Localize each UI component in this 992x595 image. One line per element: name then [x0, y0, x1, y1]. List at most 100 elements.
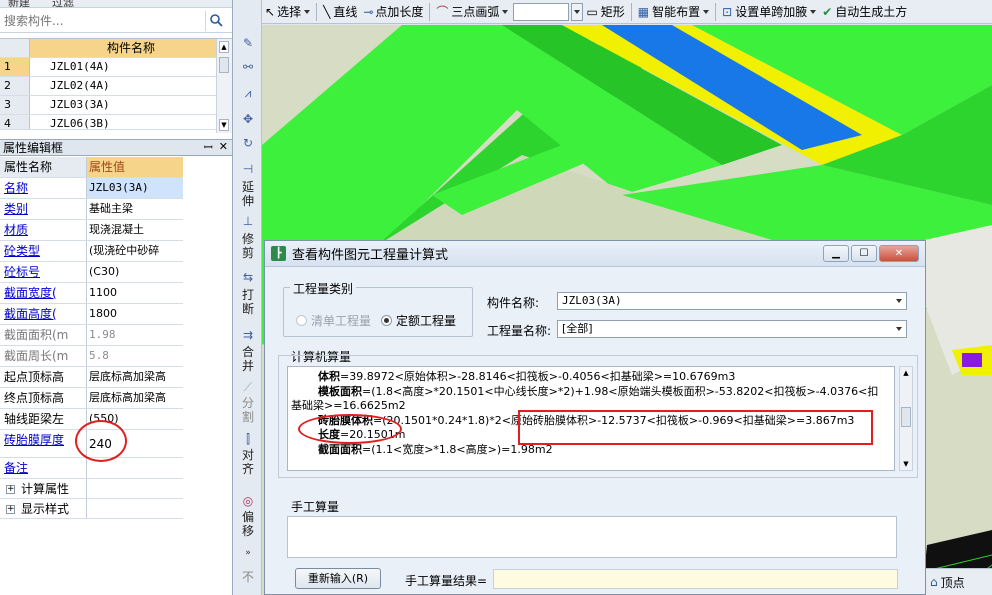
component-list-header: 构件名称 — [0, 39, 232, 58]
align-icon[interactable]: ⫿ — [240, 432, 256, 446]
tool-trim[interactable]: 修剪 — [237, 232, 259, 260]
manual-result-field[interactable] — [493, 569, 898, 589]
expand-icon[interactable]: + — [6, 485, 15, 494]
redo-input-button[interactable]: 重新输入(R) — [295, 568, 381, 589]
scroll-up-icon[interactable]: ▲ — [901, 368, 911, 378]
close-icon[interactable]: ✕ — [219, 140, 228, 155]
scroll-down-icon[interactable]: ▼ — [901, 459, 911, 469]
property-header-row: 属性名称 属性值 — [0, 157, 183, 178]
scroll-thumb[interactable] — [219, 57, 229, 73]
three-point-arc-tool[interactable]: ⌒ 三点画弧 — [433, 1, 511, 23]
trim-icon[interactable]: ⊥ — [240, 214, 256, 228]
brush-icon[interactable]: ✎ — [240, 36, 256, 50]
property-row-concrete-grade[interactable]: 砼标号 (C30) — [0, 262, 183, 283]
property-value[interactable]: JZL03(3A) — [87, 178, 183, 198]
tool-extend[interactable]: 延伸 — [237, 180, 259, 208]
move-icon[interactable]: ✥ — [240, 112, 256, 126]
chevron-down-icon[interactable] — [571, 2, 584, 21]
column-header-component-name[interactable]: 构件名称 — [30, 39, 232, 57]
radio-quota-qty[interactable]: 定额工程量 — [381, 312, 456, 329]
property-row-name[interactable]: 名称 JZL03(3A) — [0, 178, 183, 199]
property-value[interactable]: 现浇混凝土 — [87, 220, 183, 240]
search-icon[interactable] — [205, 10, 227, 31]
calc-formula-text[interactable]: 体积=39.8972<原始体积>-28.8146<扣筏板>-0.4056<扣基础… — [287, 366, 895, 471]
select-tool[interactable]: ↖ 选择 — [262, 1, 313, 23]
property-label: 名称 — [0, 178, 87, 198]
radio-dot — [296, 315, 307, 326]
auto-earthwork-tool[interactable]: ✔ 自动生成土方 — [819, 1, 910, 23]
property-row-remark[interactable]: 备注 — [0, 458, 183, 479]
property-row-category[interactable]: 类别 基础主梁 — [0, 199, 183, 220]
property-row-concrete-type[interactable]: 砼类型 (现浇砼中砂碎 — [0, 241, 183, 262]
property-value[interactable] — [87, 458, 183, 478]
component-row[interactable]: 1 JZL01(4A) — [0, 58, 232, 77]
qty-name-select[interactable]: [全部] — [557, 320, 907, 338]
radio-bill-qty[interactable]: 清单工程量 — [296, 312, 371, 329]
line-tool[interactable]: ╲ 直线 — [320, 1, 360, 23]
offset-icon[interactable]: ◎ — [240, 494, 256, 508]
calc-line-volume: 体积=39.8972<原始体积>-28.8146<扣筏板>-0.4056<扣基础… — [318, 370, 736, 383]
tool-offset[interactable]: 偏移 — [237, 510, 259, 538]
property-row-section-width[interactable]: 截面宽度( 1100 — [0, 283, 183, 304]
component-row[interactable]: 2 JZL02(4A) — [0, 77, 232, 96]
mirror-icon[interactable]: ⩘ — [240, 86, 256, 100]
property-value[interactable]: 1100 — [87, 283, 183, 303]
tool-split[interactable]: 分割 — [237, 396, 259, 424]
property-row-start-top-elev[interactable]: 起点顶标高 层底标高加梁高 — [0, 367, 183, 388]
rectangle-tool[interactable]: ▭ 矩形 — [583, 1, 627, 23]
more-icon[interactable]: » — [240, 548, 256, 562]
property-label: 砖胎膜厚度 — [0, 430, 87, 457]
component-row[interactable]: 3 JZL03(3A) — [0, 96, 232, 115]
vertex-snap-toggle[interactable]: ⌂ 顶点 — [926, 568, 992, 595]
expand-icon[interactable]: + — [6, 505, 15, 514]
point-length-icon: ⊸ — [363, 4, 374, 19]
smart-layout-tool[interactable]: ▦ 智能布置 — [635, 1, 712, 23]
tool-align[interactable]: 对齐 — [237, 448, 259, 476]
scroll-thumb[interactable] — [901, 407, 911, 427]
scroll-down-icon[interactable]: ▼ — [219, 119, 229, 131]
merge-icon[interactable]: ⇉ — [240, 328, 256, 342]
property-value[interactable]: (现浇砼中砂碎 — [87, 241, 183, 261]
span-haunch-tool[interactable]: ⊡ 设置单跨加腋 — [719, 1, 819, 23]
property-group-label[interactable]: + 计算属性 — [0, 479, 87, 498]
maximize-icon[interactable]: ☐ — [851, 245, 877, 262]
search-input[interactable] — [0, 10, 205, 31]
property-group-label[interactable]: + 显示样式 — [0, 499, 87, 518]
tool-break[interactable]: 打断 — [237, 288, 259, 316]
tool-merge[interactable]: 合并 — [237, 345, 259, 373]
arc-icon: ⌒ — [436, 5, 449, 19]
dialog-title: 查看构件图元工程量计算式 — [292, 248, 449, 263]
property-group-calc[interactable]: + 计算属性 — [0, 479, 183, 499]
property-group-display[interactable]: + 显示样式 — [0, 499, 183, 519]
rotate-icon[interactable]: ↻ — [240, 136, 256, 150]
point-length-tool[interactable]: ⊸ 点加长度 — [360, 1, 426, 23]
scroll-up-icon[interactable]: ▲ — [219, 41, 229, 53]
property-value[interactable]: 层底标高加梁高 — [87, 367, 183, 387]
split-icon[interactable]: ⟋ — [240, 380, 256, 394]
arc-mode-combo[interactable] — [513, 2, 570, 21]
dialog-titlebar[interactable]: ┣ 查看构件图元工程量计算式 ▁ ☐ ✕ — [265, 241, 925, 267]
property-value[interactable]: 基础主梁 — [87, 199, 183, 219]
property-row-axis-offset[interactable]: 轴线距梁左 (550) — [0, 409, 183, 430]
close-button[interactable]: ✕ — [879, 245, 919, 262]
property-row-end-top-elev[interactable]: 终点顶标高 层底标高加梁高 — [0, 388, 183, 409]
calc-scrollbar[interactable]: ▲ ▼ — [899, 366, 913, 471]
property-row-section-height[interactable]: 截面高度( 1800 — [0, 304, 183, 325]
pin-icon[interactable]: ꟷ — [204, 140, 213, 155]
component-list-scrollbar[interactable]: ▲ ▼ — [216, 39, 232, 133]
extend-icon[interactable]: ⊣ — [240, 162, 256, 176]
property-value[interactable]: 层底标高加梁高 — [87, 388, 183, 408]
minimize-icon[interactable]: ▁ — [823, 245, 849, 262]
property-value[interactable]: (550) — [87, 409, 183, 429]
component-name-select[interactable]: JZL03(3A) — [557, 292, 907, 310]
property-value[interactable]: (C30) — [87, 262, 183, 282]
property-row-material[interactable]: 材质 现浇混凝土 — [0, 220, 183, 241]
component-row[interactable]: 4 JZL06(3B) — [0, 115, 232, 130]
property-value[interactable]: 1800 — [87, 304, 183, 324]
property-value[interactable]: 240 — [87, 430, 183, 457]
vertex-icon: ⌂ — [930, 575, 938, 589]
break-icon[interactable]: ⇆ — [240, 270, 256, 284]
property-row-brick-mold-thickness[interactable]: 砖胎膜厚度 240 — [0, 430, 183, 458]
manual-input-area[interactable] — [287, 516, 897, 558]
copy-icon[interactable]: ⚯ — [240, 60, 256, 74]
